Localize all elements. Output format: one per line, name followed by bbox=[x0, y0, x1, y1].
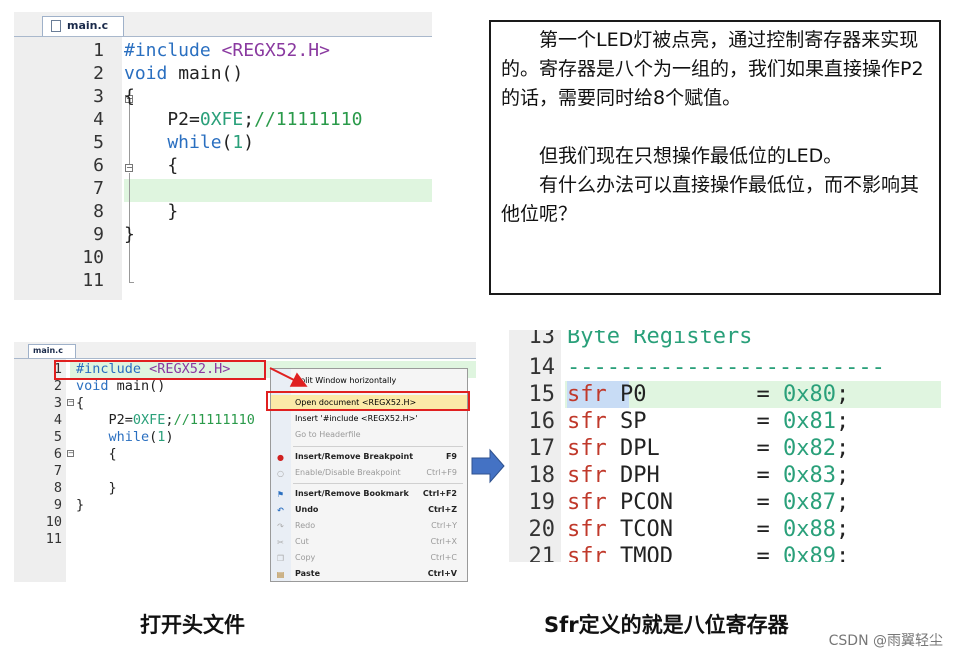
watermark: CSDN @雨翼轻尘 bbox=[828, 633, 943, 649]
sfr-keyword: sfr bbox=[567, 409, 607, 434]
caption-sfr-definition: Sfr定义的就是八位寄存器 bbox=[544, 613, 789, 637]
register-address: 0x89 bbox=[783, 544, 836, 562]
register-name: DPH bbox=[620, 463, 660, 488]
line-number: 16 bbox=[528, 409, 556, 434]
register-line[interactable]: 19 sfr PCON = 0x87; bbox=[509, 489, 941, 516]
register-address: 0x82 bbox=[783, 436, 836, 461]
register-line[interactable]: 16 sfr SP = 0x81; bbox=[509, 408, 941, 435]
line-number: 18 bbox=[528, 463, 556, 488]
sfr-keyword: sfr bbox=[567, 544, 607, 562]
register-address: 0x81 bbox=[783, 409, 836, 434]
register-name: SP bbox=[620, 409, 647, 434]
register-line[interactable]: 20 sfr TCON = 0x88; bbox=[509, 516, 941, 543]
line-number: 15 bbox=[528, 382, 556, 407]
register-address: 0x83 bbox=[783, 463, 836, 488]
register-name: TMOD bbox=[620, 544, 673, 562]
register-name: TCON bbox=[620, 517, 673, 542]
line-number: 19 bbox=[528, 490, 556, 515]
register-line[interactable]: 15 sfr P0 = 0x80; bbox=[509, 381, 941, 408]
assign-operator: = bbox=[756, 490, 770, 515]
line-number: 13 bbox=[528, 330, 556, 349]
assign-operator: = bbox=[756, 436, 770, 461]
assign-operator: = bbox=[756, 463, 770, 488]
register-line[interactable]: 18 sfr DPH = 0x83; bbox=[509, 462, 941, 489]
red-arrow-to-menu bbox=[269, 367, 308, 387]
sfr-keyword: sfr bbox=[567, 463, 607, 488]
register-line[interactable]: 17 sfr DPL = 0x82; bbox=[509, 435, 941, 462]
semicolon: ; bbox=[835, 382, 850, 407]
semicolon: ; bbox=[835, 490, 850, 515]
code-line[interactable]: 13 Byte Registers bbox=[509, 330, 941, 350]
caption-open-header: 打开头文件 bbox=[140, 613, 245, 637]
assign-operator: = bbox=[756, 517, 770, 542]
right-arrow-icon bbox=[471, 448, 505, 484]
line-number: 21 bbox=[528, 544, 556, 562]
comment-dashes: ------------------------ bbox=[567, 355, 885, 380]
assign-operator: = bbox=[756, 544, 770, 562]
line-number: 20 bbox=[528, 517, 556, 542]
code-line[interactable]: 14 ------------------------ bbox=[509, 354, 941, 381]
line-number: 17 bbox=[528, 436, 556, 461]
sfr-keyword: sfr bbox=[567, 517, 607, 542]
register-address: 0x88 bbox=[783, 517, 836, 542]
register-name: DPL bbox=[620, 436, 660, 461]
semicolon: ; bbox=[835, 544, 850, 562]
sfr-keyword: sfr bbox=[567, 490, 607, 515]
semicolon: ; bbox=[835, 409, 850, 434]
sfr-keyword: sfr bbox=[567, 382, 607, 407]
register-name: PCON bbox=[620, 490, 673, 515]
register-name: P0 bbox=[620, 382, 647, 407]
assign-operator: = bbox=[756, 382, 770, 407]
sfr-keyword: sfr bbox=[567, 436, 607, 461]
line-number: 14 bbox=[528, 355, 556, 380]
semicolon: ; bbox=[835, 436, 850, 461]
register-address: 0x87 bbox=[783, 490, 836, 515]
register-address: 0x80 bbox=[783, 382, 836, 407]
assign-operator: = bbox=[756, 409, 770, 434]
register-line[interactable]: 21 sfr TMOD = 0x89; bbox=[509, 543, 941, 562]
comment-text: Byte Registers bbox=[567, 330, 753, 349]
semicolon: ; bbox=[835, 517, 850, 542]
semicolon: ; bbox=[835, 463, 850, 488]
register-definition-editor: 13 Byte Registers 14 -------------------… bbox=[509, 330, 941, 562]
